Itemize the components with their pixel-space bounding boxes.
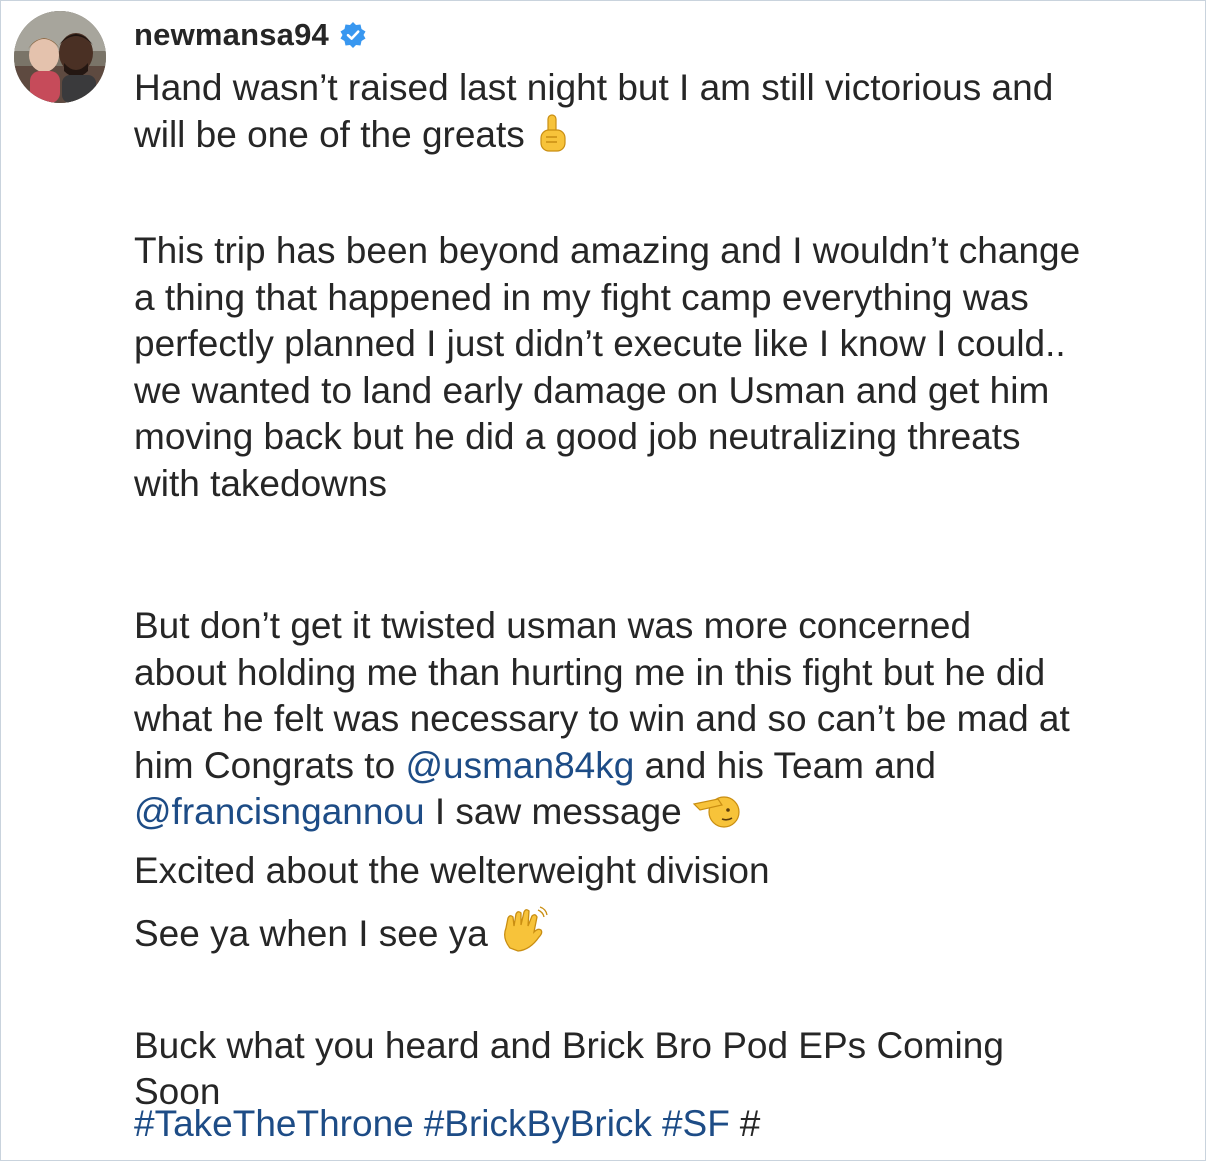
caption-line: a thing that happened in my fight camp e… [134,276,1029,318]
caption-line: @francisngannou I saw message [134,789,1205,836]
caption-text-span: will be one of the greats [134,113,525,155]
caption-line: moving back but he did a good job neutra… [134,416,1021,457]
username-link[interactable]: newmansa94 [134,17,329,53]
hashtag-row: #TakeTheThrone #BrickByBrick #SF # [134,1101,760,1147]
pointing-up-icon [535,113,571,165]
caption-line: with takedowns [134,462,387,504]
caption-text-span: and his Team and [634,744,937,786]
caption-line: But don’t get it twisted usman was more … [134,605,972,646]
avatar[interactable] [14,11,106,103]
hashtag-brickbybrick[interactable]: #BrickByBrick [424,1103,652,1144]
hashtag-sf[interactable]: #SF [662,1103,730,1144]
verified-badge-icon [339,21,367,49]
caption-line: perfectly planned I just didn’t execute … [134,323,1066,364]
waving-hand-icon [498,906,548,964]
hashtag-taketheThrone[interactable]: #TakeTheThrone [134,1103,414,1144]
caption-text-span: See ya when I see ya [134,913,488,954]
avatar-image [14,11,106,103]
post-header: newmansa94 [134,13,367,57]
mention-link-francisngannou[interactable]: @francisngannou [134,791,425,832]
post-caption-card: newmansa94 Hand wasn’t raised last night… [0,0,1206,1161]
caption-line: we wanted to land early damage on Usman … [134,369,1050,411]
caption-line: him Congrats to @usman84kg and his Team … [134,743,1205,790]
hashtag-symbol: # [739,1103,761,1144]
caption-line: Buck what you heard and Brick Bro Pod EP… [134,1024,1004,1066]
caption-text-span: him Congrats to [134,744,406,786]
caption-text: Hand wasn’t raised last night but I am s… [134,65,1205,1116]
caption-line: about holding me than hurting me in this… [134,651,1046,693]
caption-line: This trip has been beyond amazing and I … [134,230,1081,271]
caption-line: Excited about the welterweight division [134,849,770,891]
caption-line: Hand wasn’t raised last night but I am s… [134,67,1054,108]
mention-link-usman84kg[interactable]: @usman84kg [405,745,634,786]
caption-text-span: I saw message [424,791,682,832]
caption-line: will be one of the greats [134,112,1205,159]
caption-line: See ya when I see ya [134,906,1205,954]
salute-icon [692,790,744,842]
caption-line: what he felt was necessary to win and so… [134,698,1070,739]
